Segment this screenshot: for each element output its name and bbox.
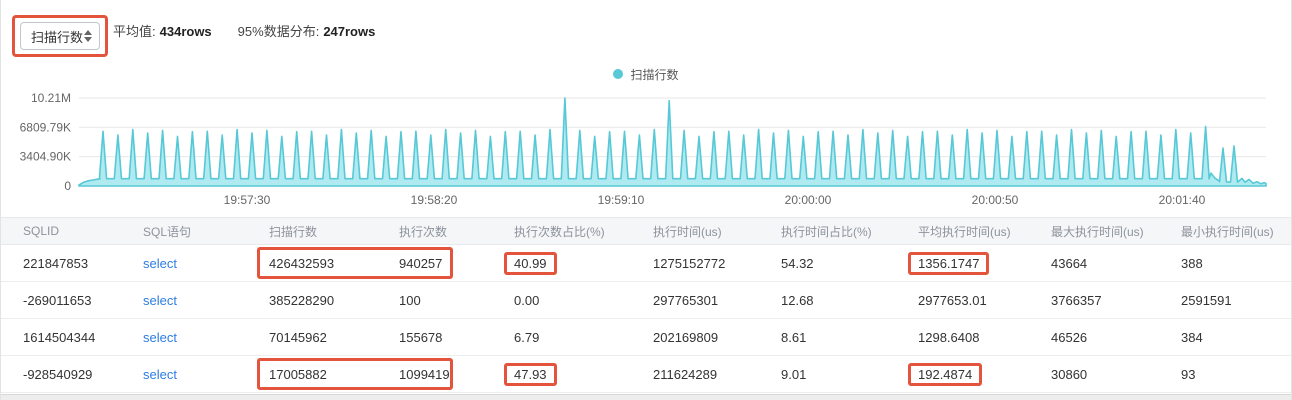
y-axis-tick-label: 6809.79K <box>20 120 71 134</box>
cell-min_time: 384 <box>1159 319 1292 355</box>
cell-exec_time: 297765301 <box>631 282 759 318</box>
cell-max_time: 3766357 <box>1029 282 1159 318</box>
select-updown-icon <box>84 30 92 42</box>
table-row: -269011653 select 3852282901000.0029776530… <box>1 282 1291 319</box>
column-header: 执行时间占比(%) <box>759 218 896 244</box>
table-row: 1614504344 select 701459621556786.79202169… <box>1 319 1291 356</box>
x-axis-tick-label: 20:00:50 <box>972 193 1019 207</box>
cell-avg_time: 192.4874 <box>896 356 1029 392</box>
cell-sql: select <box>121 319 247 355</box>
sql-statement-link[interactable]: select <box>143 293 177 308</box>
column-header: 最小执行时间(us) <box>1159 218 1292 244</box>
column-header: 执行次数 <box>377 218 492 244</box>
cell-scan_rows: 17005882 <box>247 356 377 392</box>
x-axis-tick-label: 20:00:00 <box>785 193 832 207</box>
table-row: -928540929 select 170058821099419 47.93 2116… <box>1 356 1291 393</box>
bottom-edge <box>1 394 1291 400</box>
cell-max_time: 30860 <box>1029 356 1159 392</box>
scan-rows-area-chart[interactable]: 10.21M 6809.79K 3404.90K 0 19:57:30 19:58:20 1… <box>1 88 1292 215</box>
column-header: 执行次数占比(%) <box>492 218 631 244</box>
sql-statement-link[interactable]: select <box>143 256 177 271</box>
stats-bar: 平均值: 434rows 95%数据分布:247rows <box>113 0 375 60</box>
cell-exec_pct: 0.00 <box>492 282 631 318</box>
x-axis-tick-label: 19:57:30 <box>224 193 271 207</box>
cell-exec_time: 1275152772 <box>631 245 759 281</box>
cell-max_time: 46526 <box>1029 319 1159 355</box>
stat-p95: 95%数据分布:247rows <box>238 21 376 40</box>
cell-exec_pct: 47.93 <box>492 356 631 392</box>
y-axis-tick-label: 0 <box>64 179 71 193</box>
cell-sqlid: -269011653 <box>1 282 121 318</box>
legend-marker-icon <box>613 69 623 79</box>
cell-scan_rows: 70145962 <box>247 319 377 355</box>
sql-analytics-panel: 扫描行数 平均值: 434rows 95%数据分布:247rows 扫描行数 10… <box>0 0 1292 400</box>
cell-exec_count: 940257 <box>377 245 492 281</box>
cell-exec_time_pct: 54.32 <box>759 245 896 281</box>
cell-max_time: 43664 <box>1029 245 1159 281</box>
y-axis-tick-label: 3404.90K <box>20 150 71 164</box>
cell-exec_pct: 6.79 <box>492 319 631 355</box>
cell-exec_time_pct: 9.01 <box>759 356 896 392</box>
sql-statement-link[interactable]: select <box>143 330 177 345</box>
column-header: SQLID <box>1 218 121 244</box>
cell-sql: select <box>121 245 247 281</box>
area-series-scan-rows[interactable] <box>79 98 1266 186</box>
cell-sqlid: 221847853 <box>1 245 121 281</box>
annotation-box-avg_time: 192.4874 <box>908 363 982 386</box>
annotation-box-avg_time: 1356.1747 <box>908 252 989 275</box>
column-header: 扫描行数 <box>247 218 377 244</box>
column-header: 最大执行时间(us) <box>1029 218 1159 244</box>
annotation-box-exec_pct: 40.99 <box>504 252 557 275</box>
toolbar: 扫描行数 平均值: 434rows 95%数据分布:247rows <box>1 0 1291 60</box>
annotation-box-metric-select: 扫描行数 <box>12 15 108 57</box>
sql-statement-link[interactable]: select <box>143 367 177 382</box>
y-axis-tick-label: 10.21M <box>31 91 71 105</box>
column-header: 平均执行时间(us) <box>896 218 1029 244</box>
cell-scan_rows: 426432593 <box>247 245 377 281</box>
table-header-row: SQLIDSQL语句扫描行数执行次数执行次数占比(%)执行时间(us)执行时间占… <box>1 217 1291 245</box>
cell-avg_time: 1356.1747 <box>896 245 1029 281</box>
cell-exec_time_pct: 8.61 <box>759 319 896 355</box>
cell-exec_count: 100 <box>377 282 492 318</box>
stat-average-value: 434rows <box>160 24 212 39</box>
annotation-box-exec_pct: 47.93 <box>504 363 557 386</box>
column-header: 执行时间(us) <box>631 218 759 244</box>
cell-sql: select <box>121 282 247 318</box>
cell-min_time: 388 <box>1159 245 1292 281</box>
x-axis-tick-label: 20:01:40 <box>1159 193 1206 207</box>
cell-sqlid: -928540929 <box>1 356 121 392</box>
cell-avg_time: 1298.6408 <box>896 319 1029 355</box>
cell-sqlid: 1614504344 <box>1 319 121 355</box>
metric-select-value: 扫描行数 <box>31 27 83 46</box>
cell-avg_time: 2977653.01 <box>896 282 1029 318</box>
table-row: 221847853 select 426432593940257 40.99 12751… <box>1 245 1291 282</box>
cell-exec_count: 155678 <box>377 319 492 355</box>
x-axis-tick-label: 19:59:10 <box>598 193 645 207</box>
stat-average-label: 平均值: <box>113 24 156 39</box>
cell-exec_time_pct: 12.68 <box>759 282 896 318</box>
cell-sql: select <box>121 356 247 392</box>
cell-exec_time: 202169809 <box>631 319 759 355</box>
table-body: 221847853 select 426432593940257 40.99 12751… <box>1 245 1291 393</box>
sql-stats-table: SQLIDSQL语句扫描行数执行次数执行次数占比(%)执行时间(us)执行时间占… <box>1 217 1291 393</box>
legend-label: 扫描行数 <box>630 66 678 83</box>
chart-legend[interactable]: 扫描行数 <box>1 60 1291 88</box>
stat-p95-value: 247rows <box>323 24 375 39</box>
cell-min_time: 93 <box>1159 356 1292 392</box>
cell-min_time: 2591591 <box>1159 282 1292 318</box>
x-axis-tick-label: 19:58:20 <box>411 193 458 207</box>
column-header: SQL语句 <box>121 218 247 244</box>
stat-average: 平均值: 434rows <box>113 21 212 40</box>
stat-p95-label: 95%数据分布: <box>238 24 320 39</box>
cell-exec_time: 211624289 <box>631 356 759 392</box>
cell-scan_rows: 385228290 <box>247 282 377 318</box>
cell-exec_pct: 40.99 <box>492 245 631 281</box>
metric-select[interactable]: 扫描行数 <box>20 22 100 50</box>
cell-exec_count: 1099419 <box>377 356 492 392</box>
